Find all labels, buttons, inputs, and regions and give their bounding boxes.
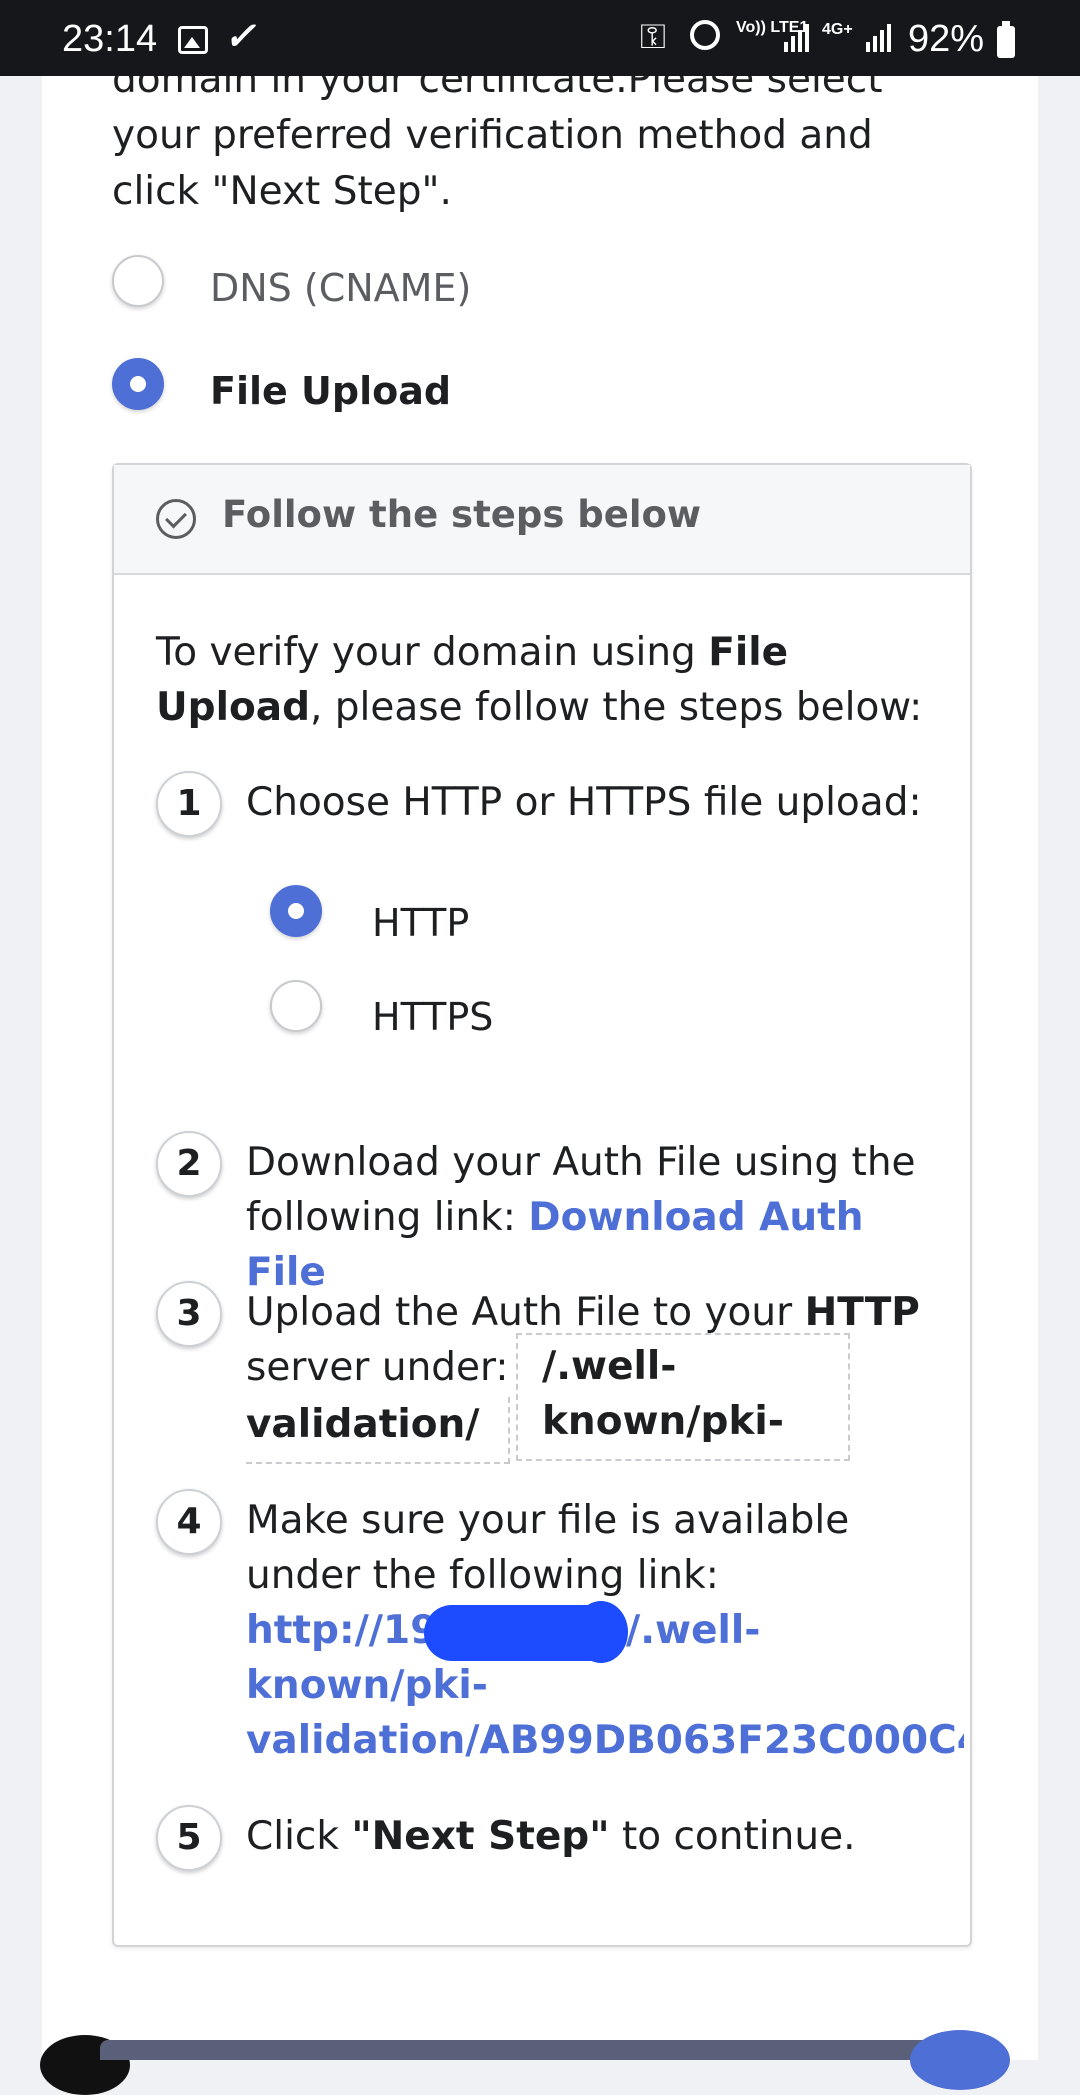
upload-path: /.well-known/pki- [516,1333,850,1461]
step-number-1: 1 [156,771,222,837]
signal-icon [866,24,894,54]
step-number-3: 3 [156,1281,222,1347]
signal2-label: 4G+ [822,21,853,38]
panel-intro: To verify your domain using File Upload,… [156,630,923,730]
image-icon [178,26,208,54]
step-number-4: 4 [156,1489,222,1555]
dns-radio[interactable] [112,255,164,307]
https-radio[interactable] [270,980,322,1032]
bottom-action-bar[interactable] [100,2040,980,2060]
step2-text: Download your Auth File using the follow… [246,1140,916,1295]
file-upload-label[interactable]: File Upload [210,369,451,413]
verification-link-part3[interactable]: known/pki- [246,1658,488,1713]
step-number-5: 5 [156,1805,222,1871]
http-label[interactable]: HTTP [372,901,469,945]
check-circle-icon [156,499,196,539]
check-icon: ✓ [224,16,256,58]
key-icon: ⚿ [640,18,666,56]
alarm-icon [690,20,720,50]
https-label[interactable]: HTTPS [372,995,493,1039]
dns-label[interactable]: DNS (CNAME) [210,266,471,310]
battery-percent: 92% [908,18,985,60]
verification-link-part4[interactable]: validation/AB99DB063F23C000C4229B [246,1713,964,1768]
signal-icon [784,24,812,54]
step-number-2: 2 [156,1131,222,1197]
step1-text: Choose HTTP or HTTPS file upload: [246,780,922,825]
upload-path-cont: validation/ [246,1397,510,1464]
verification-link-part2[interactable]: /.well- [626,1603,760,1658]
intro-text: domain in your certificate.Please select… [112,57,883,214]
status-time: 23:14 [62,18,158,60]
step4-text: Make sure your file is available under t… [246,1498,850,1598]
next-step-button[interactable] [910,2030,1010,2090]
status-bar: 23:14 ✓ ⚿ Vo)) LTE1 4G+ 92% [0,0,1080,76]
redaction-mark [574,1601,628,1663]
file-upload-radio[interactable] [112,358,164,410]
steps-panel: Follow the steps below To verify your do… [112,463,972,1947]
panel-header: Follow the steps below [114,465,970,575]
battery-icon [997,21,1015,58]
http-radio[interactable] [270,885,322,937]
step5-text: Click "Next Step" to continue. [246,1814,856,1859]
panel-title: Follow the steps below [222,493,702,536]
